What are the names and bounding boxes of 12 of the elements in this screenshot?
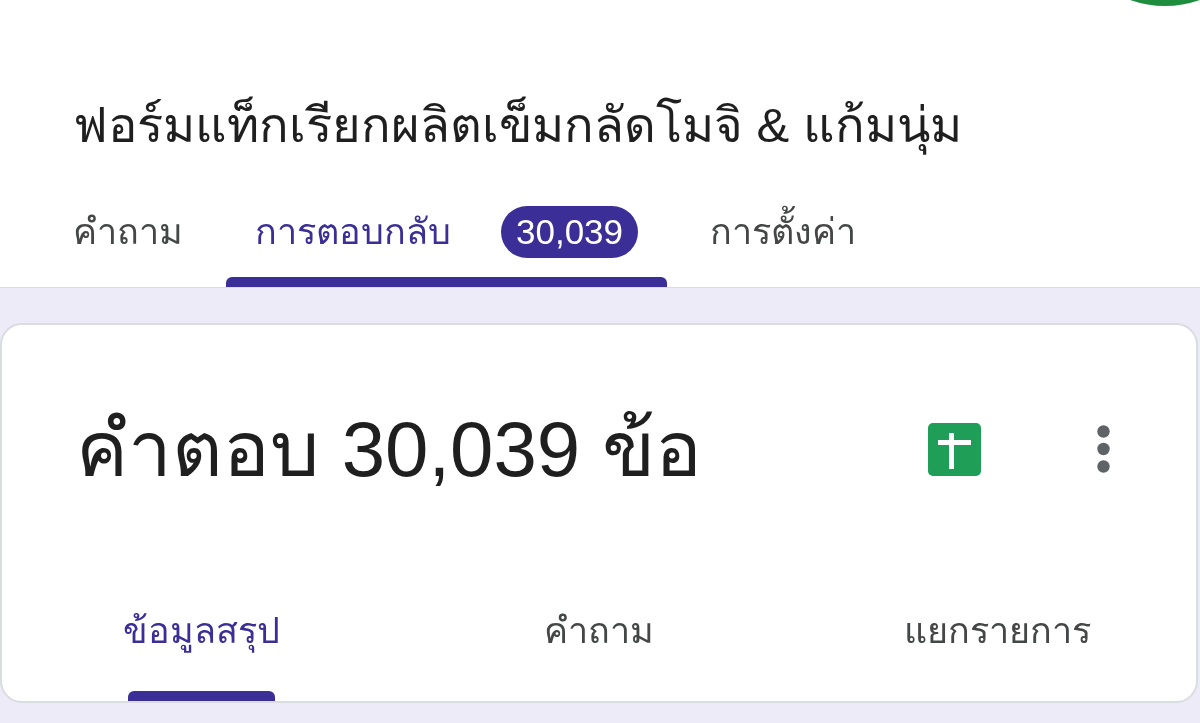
subtab[interactable]: แยกรายการ xyxy=(901,591,1093,701)
more-options-icon[interactable] xyxy=(1097,425,1110,473)
responses-count-heading: คำตอบ 30,039 ข้อ xyxy=(76,407,702,491)
circle-edge-icon[interactable] xyxy=(1130,0,1200,6)
tab[interactable]: การตอบกลับ 30,039 xyxy=(226,187,668,287)
subtab[interactable]: คำถาม xyxy=(542,591,656,701)
form-title: ฟอร์มแท็กเรียกผลิตเข็มกลัดโมจิ & แก้มนุ่ม xyxy=(73,94,962,156)
subtab[interactable]: ข้อมูลสรุป xyxy=(120,591,282,701)
tab[interactable]: การตั้งค่า xyxy=(681,187,886,287)
tab[interactable]: คำถาม xyxy=(44,187,212,287)
count-badge: 30,039 xyxy=(501,206,639,258)
spreadsheet-icon[interactable] xyxy=(928,422,981,476)
